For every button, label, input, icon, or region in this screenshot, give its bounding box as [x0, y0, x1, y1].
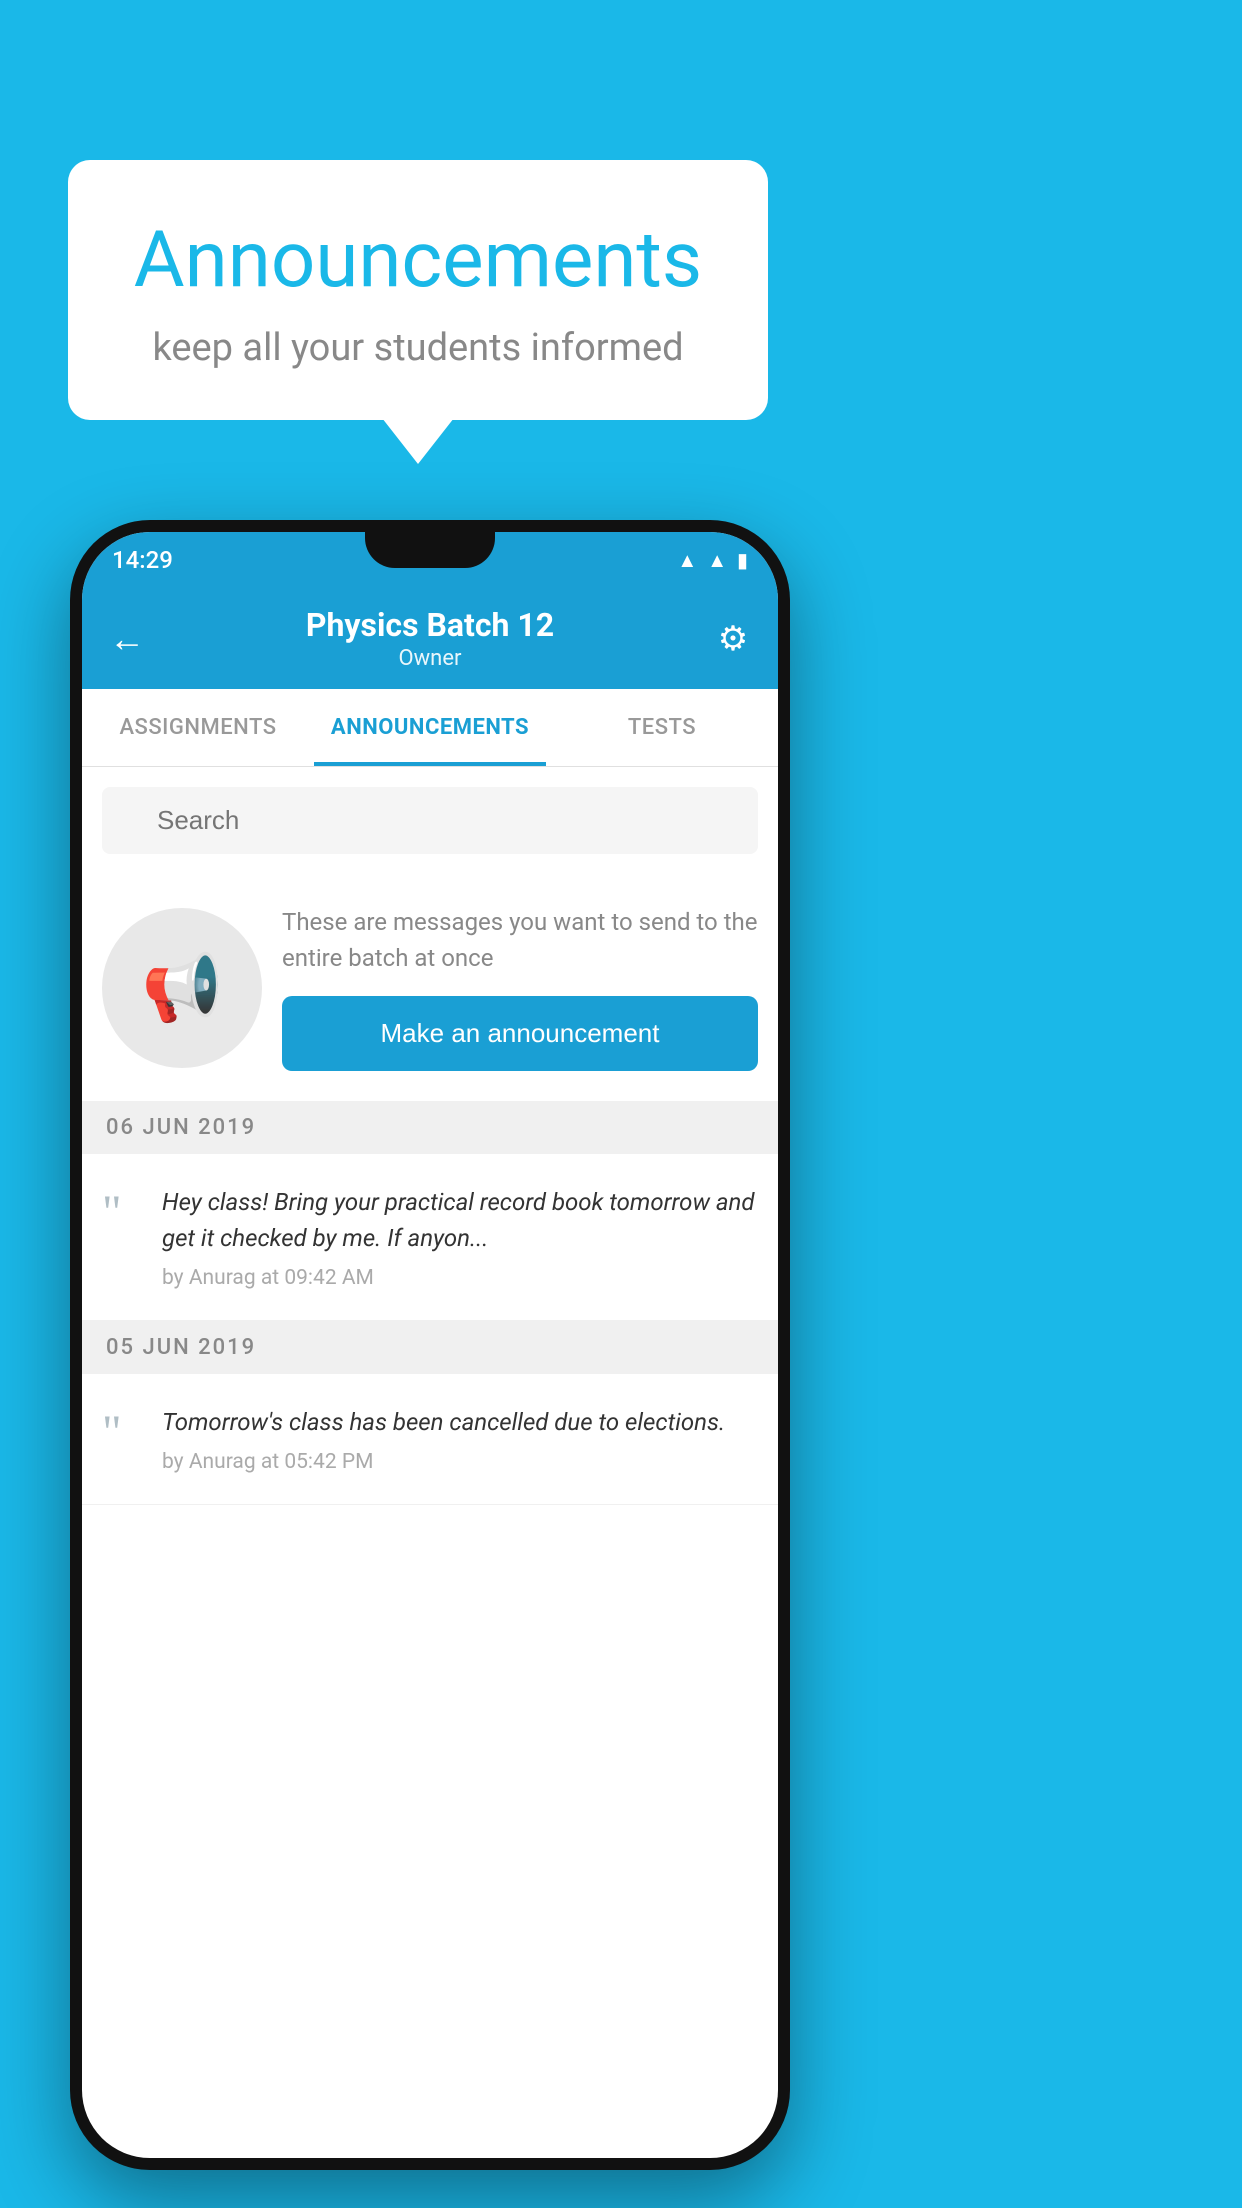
announcement-content-1: Hey class! Bring your practical record b… [162, 1184, 758, 1290]
announcement-right: These are messages you want to send to t… [282, 904, 758, 1071]
quote-icon-2: " [102, 1409, 142, 1457]
tab-announcements[interactable]: ANNOUNCEMENTS [314, 689, 546, 766]
header-center: Physics Batch 12 Owner [152, 606, 708, 671]
announcement-description: These are messages you want to send to t… [282, 904, 758, 976]
tab-assignments[interactable]: ASSIGNMENTS [82, 689, 314, 766]
announcement-item-1: " Hey class! Bring your practical record… [82, 1154, 778, 1321]
status-icons: ▲ ▲ ▮ [677, 548, 748, 573]
notch [365, 532, 495, 568]
speech-bubble: Announcements keep all your students inf… [68, 160, 768, 420]
status-bar: 14:29 ▲ ▲ ▮ [82, 532, 778, 588]
announcement-icon-circle: 📢 [102, 908, 262, 1068]
date-divider-1: 06 JUN 2019 [82, 1101, 778, 1154]
announcement-text-1: Hey class! Bring your practical record b… [162, 1184, 758, 1256]
megaphone-icon: 📢 [142, 950, 223, 1026]
battery-icon: ▮ [737, 548, 748, 572]
make-announcement-button[interactable]: Make an announcement [282, 996, 758, 1071]
announcement-item-2: " Tomorrow's class has been cancelled du… [82, 1374, 778, 1505]
search-bar: 🔍 [82, 767, 778, 874]
bubble-subtitle: keep all your students informed [128, 326, 708, 370]
search-input[interactable] [102, 787, 758, 854]
gear-icon[interactable]: ⚙ [708, 619, 758, 659]
announcement-content-2: Tomorrow's class has been cancelled due … [162, 1404, 758, 1474]
signal-icon: ▲ [707, 548, 727, 573]
app-header: ← Physics Batch 12 Owner ⚙ [82, 588, 778, 689]
header-title: Physics Batch 12 [152, 606, 708, 644]
tab-bar: ASSIGNMENTS ANNOUNCEMENTS TESTS [82, 689, 778, 767]
search-wrapper: 🔍 [102, 787, 758, 854]
phone-screen: 14:29 ▲ ▲ ▮ ← Physics Batch 12 Owner ⚙ A… [82, 532, 778, 2158]
wifi-icon: ▲ [677, 548, 697, 573]
bubble-title: Announcements [128, 215, 708, 306]
header-subtitle: Owner [152, 646, 708, 671]
status-time: 14:29 [112, 546, 173, 574]
back-button[interactable]: ← [102, 618, 152, 660]
date-divider-2: 05 JUN 2019 [82, 1321, 778, 1374]
announcement-prompt: 📢 These are messages you want to send to… [82, 874, 778, 1101]
quote-icon-1: " [102, 1189, 142, 1237]
announcement-meta-1: by Anurag at 09:42 AM [162, 1266, 758, 1290]
announcement-text-2: Tomorrow's class has been cancelled due … [162, 1404, 758, 1440]
phone-frame: 14:29 ▲ ▲ ▮ ← Physics Batch 12 Owner ⚙ A… [70, 520, 790, 2170]
tab-tests[interactable]: TESTS [546, 689, 778, 766]
announcement-meta-2: by Anurag at 05:42 PM [162, 1450, 758, 1474]
